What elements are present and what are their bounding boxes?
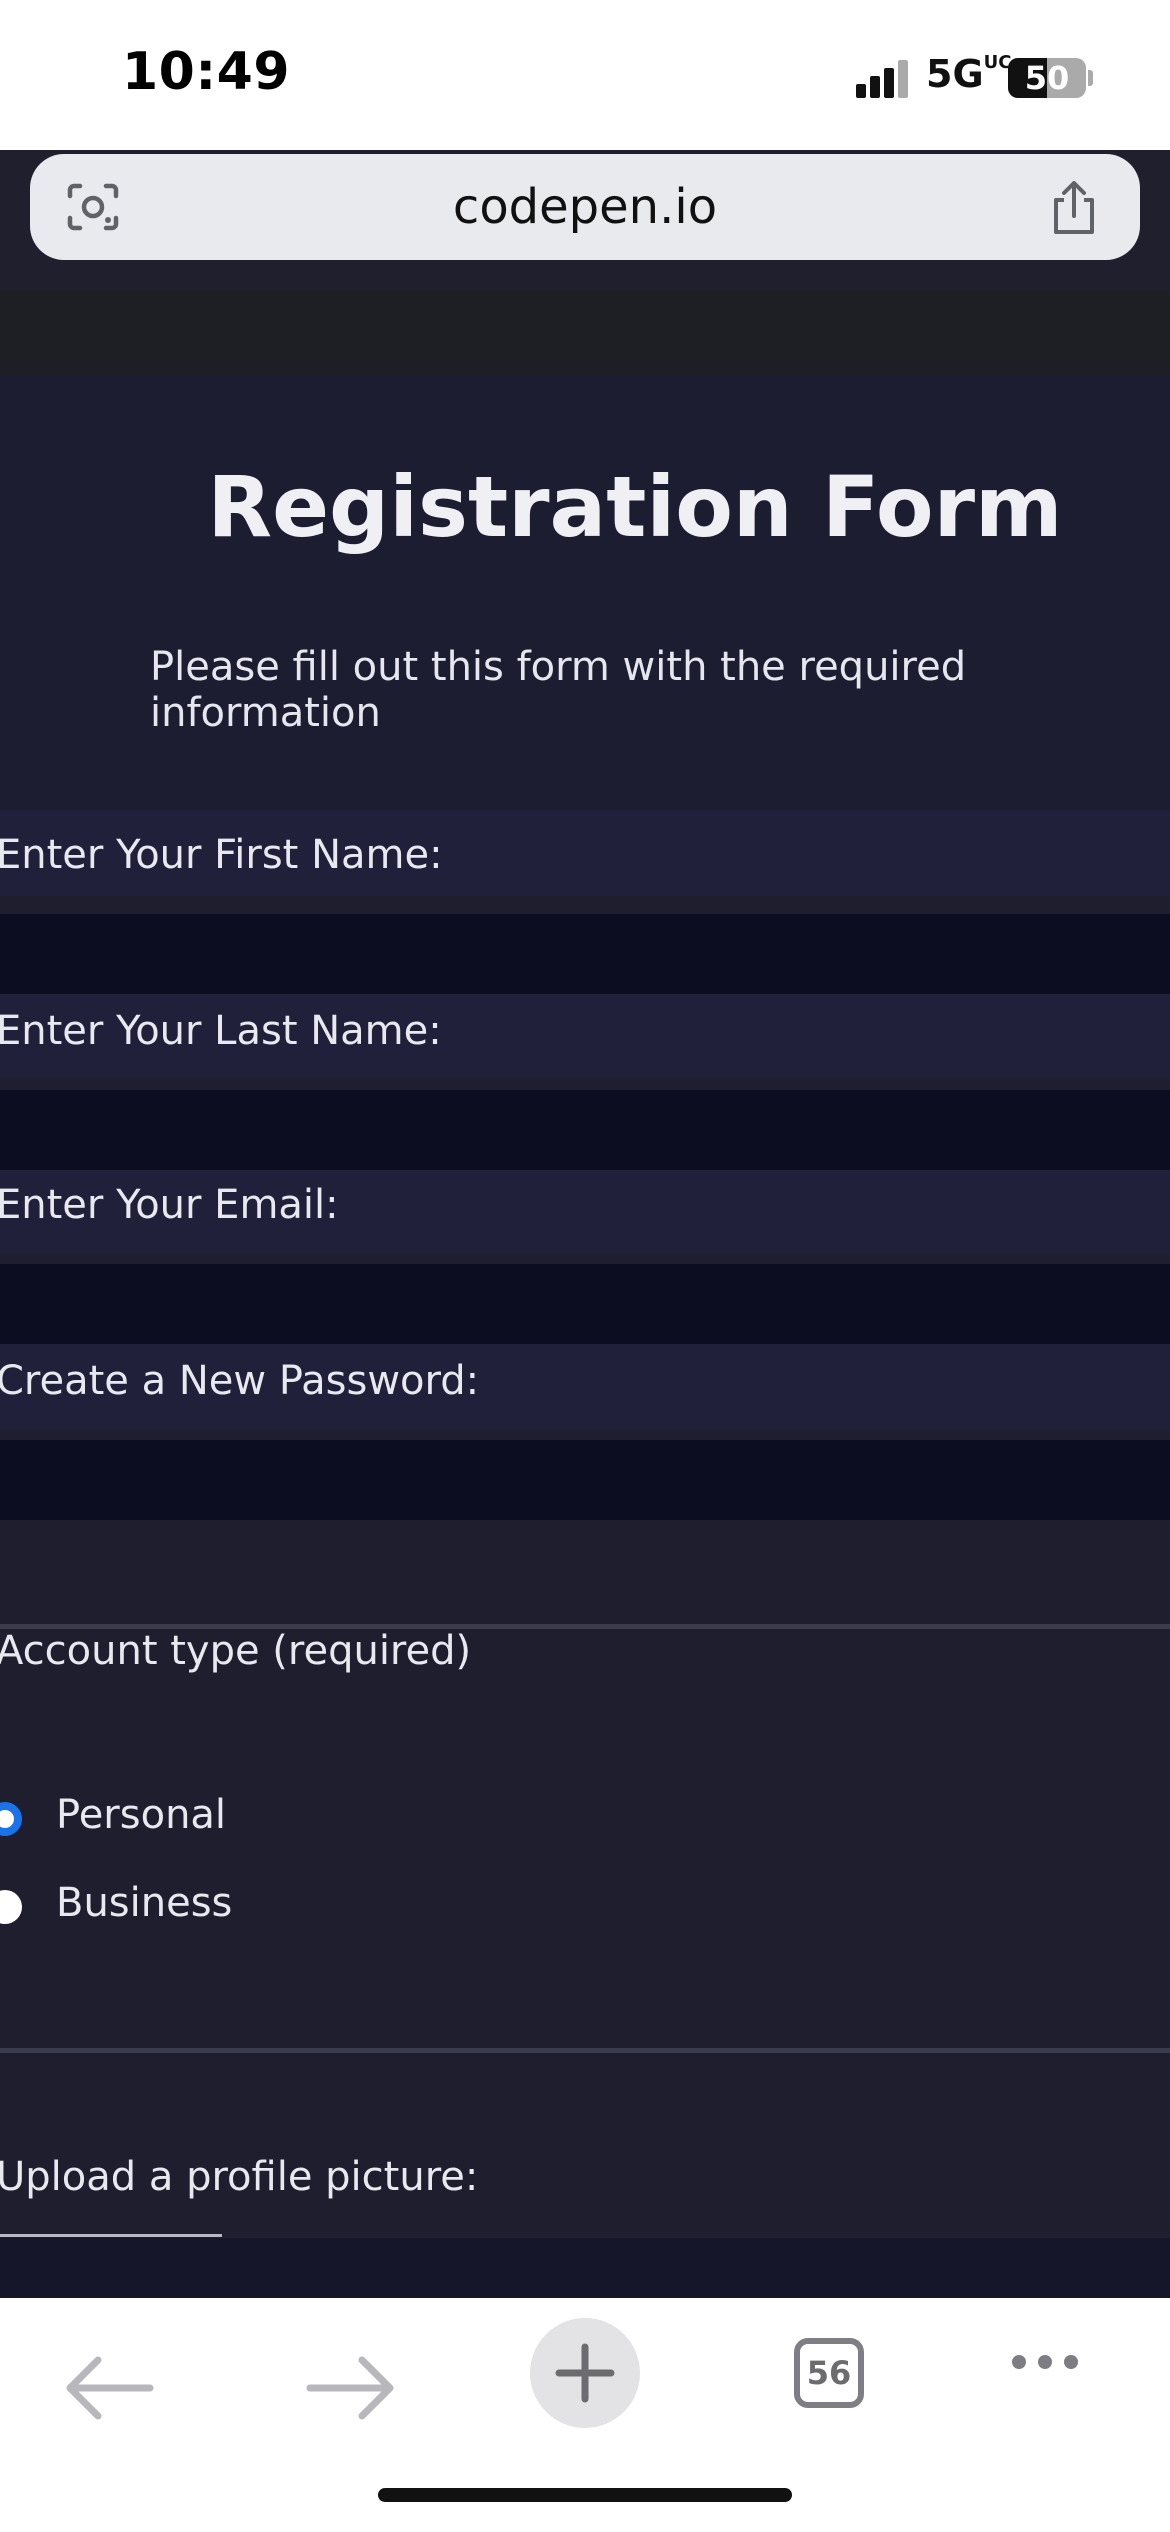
email-label: Enter Your Email: <box>0 1182 339 1228</box>
account-type-legend: Account type (required) <box>0 1628 472 1674</box>
page-title: Registration Form <box>207 458 1063 556</box>
share-icon[interactable] <box>1048 180 1100 236</box>
battery-icon: 50 <box>1008 58 1086 98</box>
form-description: Please fill out this form with the requi… <box>150 644 967 736</box>
arrow-left-icon[interactable] <box>50 2338 170 2438</box>
new-tab-button[interactable] <box>530 2318 640 2428</box>
upload-field[interactable] <box>0 2238 1170 2298</box>
upload-button[interactable] <box>0 2234 222 2237</box>
password-input[interactable] <box>0 1440 1170 1520</box>
web-page: Registration Form Please fill out this f… <box>0 290 1170 2298</box>
plus-icon <box>555 2343 615 2403</box>
password-label: Create a New Password: <box>0 1358 480 1404</box>
radio-personal[interactable] <box>0 1802 22 1836</box>
last-name-label: Enter Your Last Name: <box>0 1008 442 1054</box>
status-bar: 10:49 5GUC 50 codepen.io <box>0 0 1170 260</box>
arrow-right-icon[interactable] <box>290 2338 410 2438</box>
first-name-label: Enter Your First Name: <box>0 832 443 878</box>
radio-personal-label[interactable]: Personal <box>56 1792 226 1838</box>
network-indicator: 5GUC <box>926 52 1012 96</box>
tabs-count-button[interactable]: 56 <box>794 2338 864 2408</box>
radio-business-label[interactable]: Business <box>56 1880 232 1926</box>
fieldset-bottom-border <box>0 2048 1170 2053</box>
more-dots-icon[interactable] <box>1012 2354 1090 2373</box>
status-time: 10:49 <box>122 42 291 102</box>
email-input[interactable] <box>0 1264 1170 1344</box>
signal-icon <box>856 58 916 98</box>
battery-level: 50 <box>1024 59 1070 97</box>
first-name-input[interactable] <box>0 914 1170 994</box>
home-indicator <box>378 2488 792 2502</box>
address-bar[interactable]: codepen.io <box>30 154 1140 260</box>
page-top-strip <box>0 290 1170 376</box>
radio-business[interactable] <box>0 1890 22 1924</box>
upload-label: Upload a profile picture: <box>0 2154 479 2200</box>
last-name-input[interactable] <box>0 1090 1170 1170</box>
url-text[interactable]: codepen.io <box>30 154 1140 260</box>
